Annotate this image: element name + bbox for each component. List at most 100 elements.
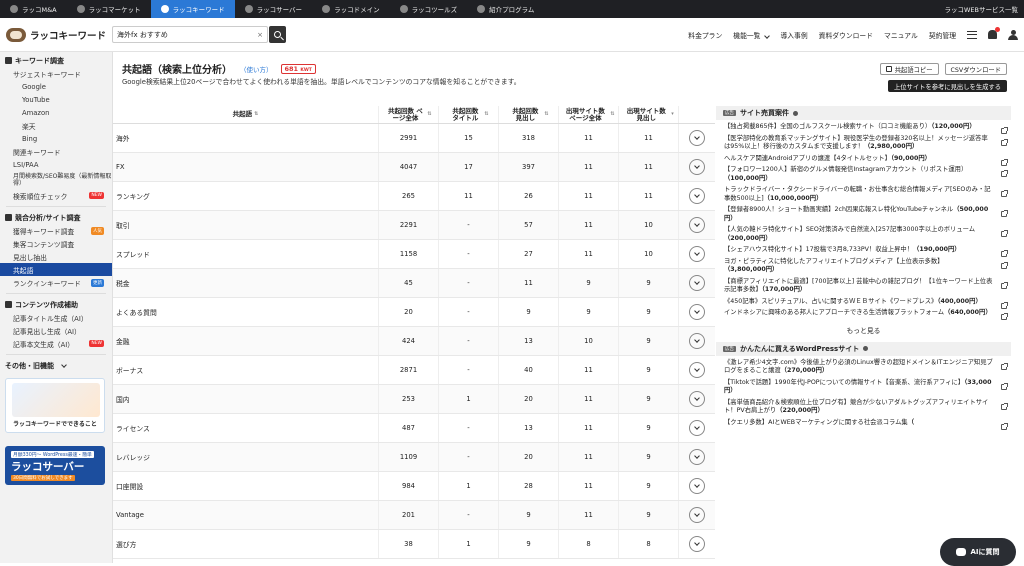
sidebar-item-lsi[interactable]: LSI/PAA [0,158,112,171]
sidebar-item-gen-heading[interactable]: 記事見出し生成（AI） [0,324,112,337]
top-tab-ma[interactable]: ラッコM&A [0,0,67,18]
promo-banner-server[interactable]: 月額330円〜 WordPress最速・簡単ラッコサーバー30日間無料でお試しで… [5,446,105,485]
expand-button[interactable] [689,246,705,262]
expand-button[interactable] [689,188,705,204]
expand-button[interactable] [689,478,705,494]
top-tab-referral[interactable]: 紹介プログラム [467,0,544,18]
external-link-icon[interactable] [1001,384,1007,390]
expand-button[interactable] [689,304,705,320]
sidebar-item-acquired[interactable]: 獲得キーワード調査人気 [0,224,112,237]
col-sites-heading[interactable]: 出現サイト数 見出し▾ [619,106,679,123]
listing-item[interactable]: 【商標アフィリエイトに最適】[700記事以上] 芸能中心の雑記ブログ！【1位キー… [716,275,1011,295]
nav-cases[interactable]: 導入事例 [780,30,807,40]
listing-item[interactable]: 【独占掲載865件】全国のゴルフスクール検索サイト（口コミ機能あり）（120,0… [716,120,1011,132]
help-icon[interactable] [793,111,798,116]
nav-manual[interactable]: マニュアル [884,30,918,40]
sidebar-item-rank-check[interactable]: 検索順位チェックNEW [0,189,112,202]
sidebar-item-rankin[interactable]: ランクインキーワード更新 [0,276,112,289]
bell-icon[interactable] [988,30,997,39]
expand-button[interactable] [689,362,705,378]
top-tab-domain[interactable]: ラッコドメイン [312,0,390,18]
search-button[interactable] [269,26,286,43]
sidebar-item-youtube[interactable]: YouTube [0,93,112,106]
ai-question-button[interactable]: AIに質問 [940,538,1016,566]
menu-icon[interactable] [967,31,977,39]
copy-button[interactable]: 共起語コピー [880,63,939,75]
logo[interactable]: ラッコキーワード [0,28,108,42]
section-others[interactable]: その他・旧機能 [0,359,112,372]
external-link-icon[interactable] [1001,191,1007,197]
expand-button[interactable] [689,391,705,407]
external-link-icon[interactable] [1001,140,1007,146]
listing-item[interactable]: ヨガ・ピラティスに特化したアフィリエイトブログメディア【上位表示多数】（3,80… [716,255,1011,275]
sidebar-item-google[interactable]: Google [0,80,112,93]
nav-contract[interactable]: 契約管理 [929,30,956,40]
sidebar-item-related[interactable]: 関連キーワード [0,145,112,158]
listing-item[interactable]: 《450記事》スピリチュアル、占いに関するＷＥＢサイト《ワードプレス》（400,… [716,295,1011,307]
external-link-icon[interactable] [1001,424,1007,430]
sidebar-item-bing[interactable]: Bing [0,132,112,145]
generate-headings-button[interactable]: 上位サイトを参考に見出しを生成する [888,80,1007,92]
user-icon[interactable] [1008,30,1018,40]
external-link-icon[interactable] [1001,404,1007,410]
sidebar-item-traffic[interactable]: 集客コンテンツ調査 [0,237,112,250]
sidebar-item-rakuten[interactable]: 楽天 [0,119,112,132]
top-tab-market[interactable]: ラッコマーケット [67,0,151,18]
listing-item[interactable]: 【クエリ多数】AIとWEBマーケティングに関する社会派コラム集（ [716,416,1011,428]
listing-item[interactable]: ヘルスケア関連Androidアプリの譲渡【4タイトルセット】（90,000円） [716,152,1011,164]
col-heading[interactable]: 共起回数 見出し⇅ [499,106,559,123]
nav-download[interactable]: 資料ダウンロード [819,30,873,40]
expand-button[interactable] [689,507,705,523]
sidebar-item-headings[interactable]: 見出し抽出 [0,250,112,263]
sidebar-item-amazon[interactable]: Amazon [0,106,112,119]
listing-item[interactable]: インドネシアに興味のある邦人にアプローチできる生活情報プラットフォーム（640,… [716,306,1011,318]
sidebar-item-suggest[interactable]: サジェストキーワード [0,67,112,80]
listing-item[interactable]: 《激レア希少4文字.com》今後値上がり必須のLinux響きの超短ドメイン＆IT… [716,356,1011,376]
search-input[interactable]: 海外fx おすすめ× [112,26,268,43]
col-sites-total[interactable]: 出現サイト数 ページ全体⇅ [559,106,619,123]
top-tab-keyword[interactable]: ラッコキーワード [151,0,235,18]
external-link-icon[interactable] [1001,364,1007,370]
listing-item[interactable]: 【人気の韓ドラ特化サイト】SEO対策済みで自然流入[257記事3000字以上のボ… [716,223,1011,243]
expand-button[interactable] [689,449,705,465]
listing-item[interactable]: 【シェアハウス特化サイト】17投稿で3月8,733PV！収益上昇中！（190,0… [716,243,1011,255]
listing-item[interactable]: 【フォロワー1200人】新宿のグルメ情報発信Instagramアカウント（リポス… [716,163,1011,183]
external-link-icon[interactable] [1001,263,1007,269]
expand-button[interactable] [689,159,705,175]
expand-button[interactable] [689,275,705,291]
listing-item[interactable]: 【医学部特化の教育系マッチングサイト】現役医学生の登録者320名以上！メッセージ… [716,132,1011,152]
external-link-icon[interactable] [1001,231,1007,237]
sidebar-item-monthly[interactable]: 月間検索数/SEO難易度（最新情報取得） [0,171,112,189]
csv-download-button[interactable]: CSVダウンロード [945,63,1007,75]
external-link-icon[interactable] [1001,283,1007,289]
col-title[interactable]: 共起回数 タイトル⇅ [439,106,499,123]
sidebar-item-gen-title[interactable]: 記事タイトル生成（AI） [0,311,112,324]
listing-item[interactable]: 【高単価商品紹介＆検索順位上位ブログ有】競合が少ないアダルトグッズアフィリエイト… [716,396,1011,416]
expand-button[interactable] [689,420,705,436]
nav-features[interactable]: 機能一覧 [733,30,769,40]
value-cell: 9 [619,385,679,413]
expand-button[interactable] [689,217,705,233]
listing-item[interactable]: トラックドライバー・タクシードライバーの転職・お仕事含む総合情報メディア[SEO… [716,183,1011,203]
external-link-icon[interactable] [1001,171,1007,177]
promo-banner-features[interactable]: ラッコキーワードでできること [5,378,105,433]
col-word[interactable]: 共起語⇅ [113,106,379,123]
howto-link[interactable]: （使い方） [240,64,273,74]
clear-icon[interactable]: × [257,31,263,39]
col-total[interactable]: 共起回数 ページ全体⇅ [379,106,439,123]
expand-button[interactable] [689,333,705,349]
nav-pricing[interactable]: 料金プラン [688,30,722,40]
sidebar-item-gen-body[interactable]: 記事本文生成（AI）NEW [0,337,112,350]
expand-button[interactable] [689,130,705,146]
top-tab-tools[interactable]: ラッコツールズ [390,0,468,18]
help-icon[interactable] [863,346,868,351]
sidebar-item-cooccur[interactable]: 共起語 [0,263,112,276]
external-link-icon[interactable] [1001,314,1007,320]
external-link-icon[interactable] [1001,211,1007,217]
web-services-link[interactable]: ラッコWEBサービス一覧 [945,4,1024,14]
top-tab-server[interactable]: ラッコサーバー [235,0,312,18]
more-link[interactable]: もっと見る [716,318,1011,342]
listing-item[interactable]: 【Tiktokで話題】1990年代J-POPについての情報サイト【音楽系、流行系… [716,376,1011,396]
listing-item[interactable]: 【登録者8900人！ショート動画実績】2ch因果応報スレ特化YouTubeチャン… [716,203,1011,223]
expand-button[interactable] [689,536,705,552]
